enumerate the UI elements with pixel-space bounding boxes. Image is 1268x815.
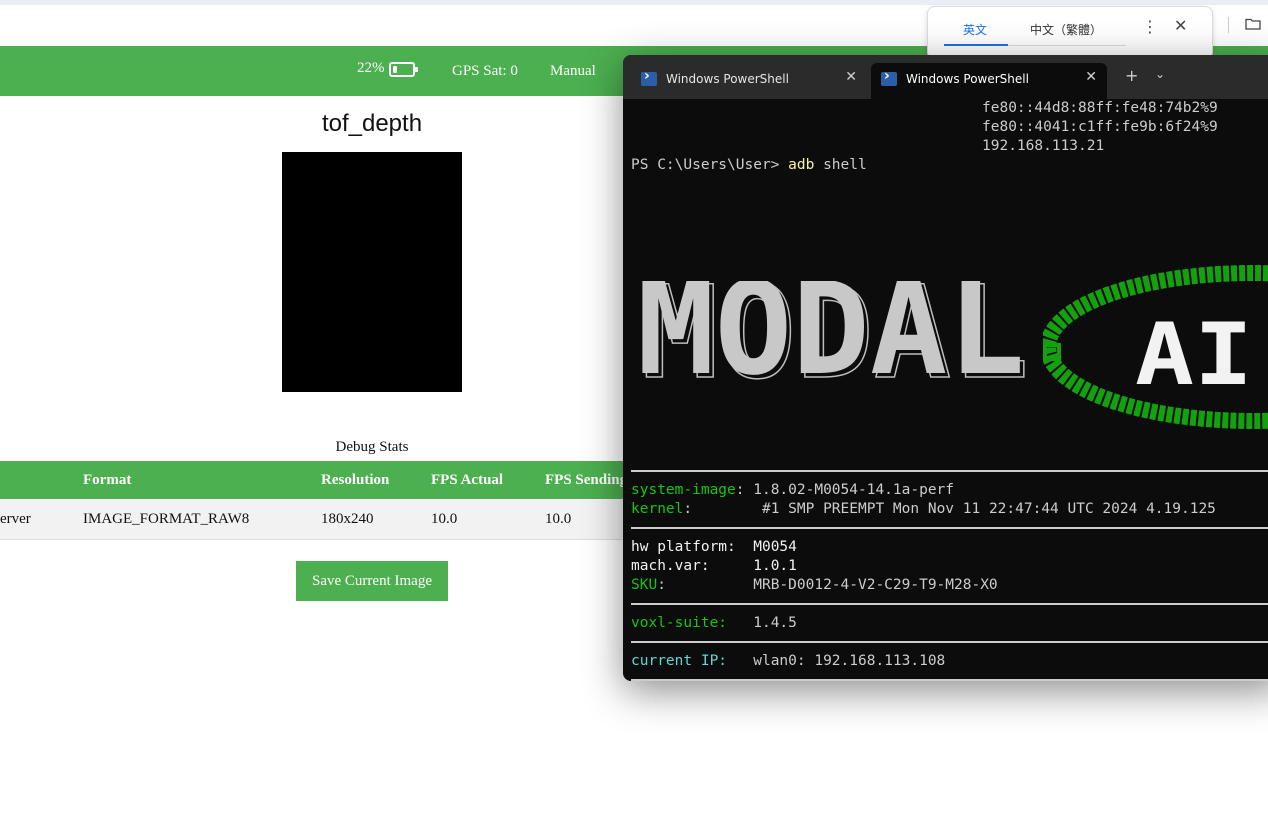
close-icon[interactable]: ✕ [1174,16,1187,35]
tab-divider-line [1008,45,1126,46]
separator-line [631,679,1268,681]
cell-server: erver [0,511,31,527]
command-arg: shell [814,157,867,173]
voxl-suite-line: voxl-suite: 1.4.5 [631,614,797,633]
hw-platform-value: M0054 [753,539,797,555]
save-current-image-button[interactable]: Save Current Image [296,561,448,601]
debug-table-header: Format Resolution FPS Actual FPS Sending [0,461,640,499]
separator-line [631,603,1268,605]
toolbar-divider [1228,17,1229,33]
ai-logo-art: AI [1043,265,1268,429]
command-line: PS C:\Users\User> adb shell [631,156,867,175]
page-title: tof_depth [321,110,423,137]
modal-logo-art: MODAL MODAL [637,281,1030,401]
system-image-label: system-image [631,482,736,498]
current-ip-label: current IP: [631,653,728,669]
table-row: erver IMAGE_FORMAT_RAW8 180x240 10.0 10.… [0,499,640,540]
cell-fps-sending: 10.0 [545,511,572,527]
hw-platform-label: hw platform: [631,539,736,555]
gps-status: GPS Sat: 0 [452,63,518,79]
battery-icon [388,62,418,77]
powershell-icon [641,68,657,86]
kernel-line: kernel: #1 SMP PREEMPT Mon Nov 11 22:47:… [631,501,1216,517]
logo-text: MODAL [637,281,1025,401]
flight-mode: Manual [550,63,596,79]
battery-fill [392,66,397,73]
translate-popup: 英文 中文（繁體） ⋮ ✕ [927,6,1213,60]
translate-tab-english[interactable]: 英文 [963,21,987,38]
tab-label: Windows PowerShell [666,72,789,86]
new-tab-button[interactable]: + [1125,66,1138,85]
voxl-suite-value: 1.4.5 [753,615,797,631]
current-ip-line: current IP: wlan0: 192.168.113.108 [631,652,945,671]
ai-logo-text: AI [1135,305,1253,405]
debug-stats-title: Debug Stats [335,439,409,455]
terminal-output[interactable]: fe80::44d8:88ff:fe48:74b2%9 fe80::4041:c… [623,99,1268,681]
tof-depth-image [282,152,462,392]
mach-var-line: mach.var: 1.0.1 [631,557,797,576]
sku-value: MRB-D0012-4-V2-C29-T9-M28-X0 [753,577,998,593]
kernel-value: #1 SMP PREEMPT Mon Nov 11 22:47:44 UTC 2… [761,501,1216,517]
tab-close-icon[interactable]: ✕ [1085,69,1097,85]
sku-line: SKU: MRB-D0012-4-V2-C29-T9-M28-X0 [631,577,998,593]
mach-var-value: 1.0.1 [753,558,797,574]
separator-line [631,641,1268,643]
current-ip-value: wlan0: 192.168.113.108 [753,653,946,669]
powershell-icon [881,68,897,86]
hw-platform-line: hw platform: M0054 [631,538,797,557]
powershell-window: Windows PowerShell ✕ Windows PowerShell … [623,55,1268,681]
ipv6-line-2: fe80::4041:c1ff:fe9b:6f24%9 [982,119,1218,135]
battery-status: 22% [357,60,418,77]
terminal-tab-bar: Windows PowerShell ✕ Windows PowerShell … [623,55,1268,99]
sku-label: SKU [631,577,658,593]
active-tab-underline [944,44,1008,46]
folder-icon[interactable] [1245,18,1261,30]
tab-dropdown-icon[interactable]: ⌄ [1155,67,1165,81]
terminal-tab-1[interactable]: Windows PowerShell ✕ [631,63,867,99]
more-options-icon[interactable]: ⋮ [1142,17,1158,36]
battery-tip [414,67,418,72]
ipv4-line: 192.168.113.21 [982,138,1105,154]
header-resolution: Resolution [321,472,390,488]
system-image-line: system-image: 1.8.02-M0054-14.1a-perf [631,482,955,498]
ps-prompt: PS C:\Users\User> [631,157,789,173]
terminal-tab-2[interactable]: Windows PowerShell ✕ [871,63,1107,99]
header-format: Format [83,472,132,488]
separator-line [631,527,1268,529]
command-name: adb [788,157,815,173]
battery-percent: 22% [357,60,385,76]
kernel-label: kernel [631,501,684,517]
tab-label: Windows PowerShell [906,72,1029,86]
translate-tab-chinese[interactable]: 中文（繁體） [1030,21,1102,38]
mach-var-label: mach.var: [631,558,710,574]
cell-resolution: 180x240 [321,511,374,527]
voxl-suite-label: voxl-suite: [631,615,728,631]
cell-fps-actual: 10.0 [431,511,458,527]
browser-top-strip [0,0,1268,5]
header-fps-sending: FPS Sending [545,472,628,488]
separator-line [631,470,1268,472]
cell-format: IMAGE_FORMAT_RAW8 [83,511,250,527]
ipv6-line-1: fe80::44d8:88ff:fe48:74b2%9 [982,100,1218,116]
tab-close-icon[interactable]: ✕ [845,69,857,85]
header-fps-actual: FPS Actual [431,472,504,488]
system-image-value: 1.8.02-M0054-14.1a-perf [753,482,955,498]
